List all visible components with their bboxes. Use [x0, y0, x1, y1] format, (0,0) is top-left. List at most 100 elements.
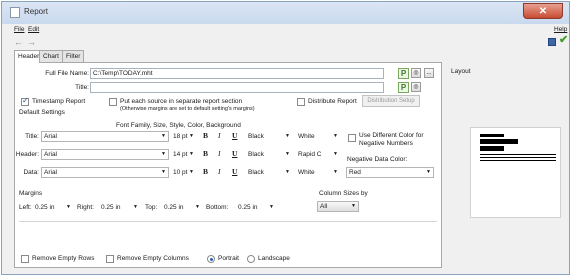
menu-file[interactable]: File — [14, 26, 24, 33]
top-margin-dropdown[interactable]: 0.25 in ▼ — [161, 202, 203, 213]
header-font-size-dropdown[interactable]: 14 pt ▼ — [170, 149, 197, 160]
top-margin-label: Top: — [145, 204, 158, 211]
title-italic-button[interactable]: I — [218, 131, 221, 140]
distribution-setup-button[interactable]: Distribution Setup — [362, 95, 420, 107]
remove-empty-rows-label: Remove Empty Rows — [32, 255, 95, 262]
preview-data-line — [480, 154, 556, 155]
title-underline-button[interactable]: U — [232, 131, 237, 140]
title-settings-icon[interactable]: ◎ — [411, 82, 421, 92]
save-icon[interactable] — [548, 38, 556, 46]
title-font-size-value: 18 pt — [173, 133, 188, 140]
title-bold-button[interactable]: B — [203, 131, 208, 140]
tab-chart[interactable]: Chart — [39, 50, 63, 62]
data-underline-button[interactable]: U — [232, 167, 237, 176]
title-font-family-dropdown[interactable]: Arial ▼ — [41, 131, 169, 142]
title-background-dropdown[interactable]: White ▼ — [295, 131, 341, 142]
separate-section-checkbox[interactable] — [109, 98, 117, 106]
distribute-checkbox[interactable] — [297, 98, 305, 106]
bottom-margin-dropdown[interactable]: 0.25 in ▼ — [235, 202, 277, 213]
right-margin-dropdown[interactable]: 0.25 in ▼ — [98, 202, 141, 213]
back-arrow-icon[interactable]: ← — [14, 37, 23, 47]
left-margin-dropdown[interactable]: 0.25 in ▼ — [32, 202, 74, 213]
menu-bar: File Edit Help — [2, 24, 569, 36]
data-font-family-value: Arial — [44, 169, 58, 176]
header-font-family-dropdown[interactable]: Arial ▼ — [41, 149, 169, 160]
chevron-down-icon: ▼ — [161, 169, 166, 175]
data-font-family-dropdown[interactable]: Arial ▼ — [41, 167, 169, 178]
chevron-down-icon: ▼ — [285, 151, 290, 157]
data-italic-button[interactable]: I — [218, 167, 221, 176]
tab-header[interactable]: Header — [14, 50, 40, 63]
chevron-down-icon: ▼ — [333, 169, 338, 175]
title-p-icon[interactable]: P — [398, 82, 409, 93]
negative-color-checkbox[interactable] — [348, 134, 356, 142]
data-font-size-value: 10 pt — [173, 169, 188, 176]
chevron-down-icon: ▼ — [333, 133, 338, 139]
data-color-dropdown[interactable]: Black ▼ — [245, 167, 293, 178]
menu-help[interactable]: Help — [554, 26, 567, 33]
negative-data-color-label: Negative Data Color: — [347, 156, 408, 163]
chevron-down-icon: ▼ — [351, 203, 356, 209]
file-name-p-icon[interactable]: P — [398, 68, 409, 79]
title-color-value: Black — [248, 133, 264, 140]
title-font-family-value: Arial — [44, 133, 58, 140]
font-settings-heading: Font Family, Size, Style, Color, Backgro… — [116, 122, 241, 129]
negative-color-label-line2: Negative Numbers — [359, 140, 413, 147]
margins-label: Margins — [19, 190, 43, 197]
preview-data-line — [480, 157, 556, 158]
title-font-size-dropdown[interactable]: 18 pt ▼ — [170, 131, 197, 142]
left-margin-label: Left: — [19, 204, 32, 211]
header-font-size-value: 14 pt — [173, 151, 188, 158]
title-color-dropdown[interactable]: Black ▼ — [245, 131, 293, 142]
data-background-dropdown[interactable]: White ▼ — [295, 167, 341, 178]
title-label: Title: — [75, 84, 89, 91]
landscape-radio[interactable] — [247, 255, 255, 263]
default-settings-label: Default Settings — [19, 109, 65, 116]
chevron-down-icon: ▼ — [133, 204, 138, 210]
distribute-label: Distribute Report — [308, 98, 357, 105]
top-margin-value: 0.25 in — [164, 204, 184, 211]
header-underline-button[interactable]: U — [232, 149, 237, 158]
portrait-radio[interactable] — [207, 255, 215, 263]
header-italic-button[interactable]: I — [218, 149, 221, 158]
layout-preview — [470, 127, 561, 218]
header-bold-button[interactable]: B — [203, 149, 208, 158]
preview-header-block — [480, 134, 504, 137]
data-bold-button[interactable]: B — [203, 167, 208, 176]
header-tab-panel: Full File Name: C:\Temp\TODAY.mht P ◎ ..… — [14, 62, 442, 268]
title-input[interactable] — [90, 82, 384, 93]
header-color-value: Black — [248, 151, 264, 158]
header-color-dropdown[interactable]: Black ▼ — [245, 149, 293, 160]
checkmark-icon[interactable]: ✔ — [559, 33, 568, 46]
divider — [19, 221, 437, 222]
report-app-icon — [10, 7, 20, 18]
chevron-down-icon: ▼ — [285, 169, 290, 175]
remove-empty-columns-checkbox[interactable] — [106, 255, 114, 263]
negative-data-color-dropdown[interactable]: Red ▼ — [346, 167, 434, 178]
data-font-size-dropdown[interactable]: 10 pt ▼ — [170, 167, 197, 178]
separate-section-note: (Otherwise margins are set to default se… — [120, 106, 255, 112]
file-name-settings-icon[interactable]: ◎ — [411, 68, 421, 78]
header-background-value: Rapid C — [298, 151, 322, 158]
chevron-down-icon: ▼ — [195, 204, 200, 210]
full-file-name-input[interactable]: C:\Temp\TODAY.mht — [90, 68, 384, 79]
full-file-name-label: Full File Name: — [45, 70, 89, 77]
header-background-dropdown[interactable]: Rapid C ▼ — [295, 149, 341, 160]
tab-filter[interactable]: Filter — [62, 50, 84, 62]
forward-arrow-icon[interactable]: → — [27, 37, 36, 47]
left-margin-value: 0.25 in — [35, 204, 55, 211]
portrait-label: Portrait — [218, 255, 239, 262]
column-sizes-value: All — [320, 203, 328, 210]
remove-empty-rows-checkbox[interactable] — [21, 255, 29, 263]
browse-button[interactable]: ... — [424, 68, 434, 78]
chevron-down-icon: ▼ — [426, 169, 431, 175]
preview-data-line — [480, 160, 556, 161]
navigation-toolbar: ← → ✔ — [2, 33, 569, 48]
menu-edit[interactable]: Edit — [28, 26, 39, 33]
timestamp-checkbox[interactable] — [21, 96, 29, 106]
header-font-row-label: Header: — [15, 151, 39, 158]
negative-data-color-value: Red — [349, 169, 361, 176]
column-sizes-label: Column Sizes by — [319, 190, 368, 197]
column-sizes-dropdown[interactable]: All ▼ — [317, 201, 359, 212]
close-button[interactable]: ✕ — [523, 3, 563, 19]
